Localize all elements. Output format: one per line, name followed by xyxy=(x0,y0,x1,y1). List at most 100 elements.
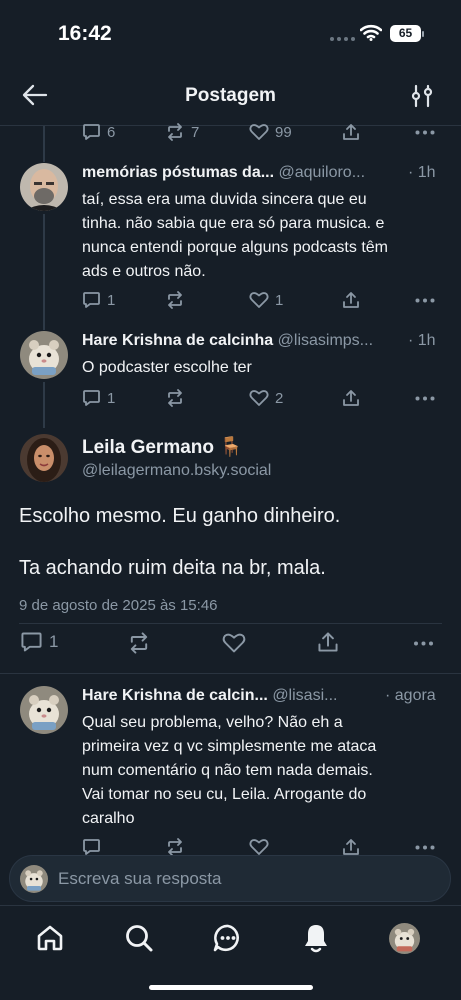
post-text: Escolho mesmo. Eu ganho dinheiro. Ta ach… xyxy=(19,502,340,582)
reply-button[interactable]: 1 xyxy=(82,291,115,309)
reply-button[interactable]: 1 xyxy=(20,631,58,653)
focused-post: Leila Germano 🪑 @leilagermano.bsky.socia… xyxy=(0,428,461,668)
comment-icon[interactable] xyxy=(82,838,101,856)
repost-icon[interactable] xyxy=(165,291,185,309)
handle: @lisasi... xyxy=(272,687,338,704)
top-bar: Postagem xyxy=(0,70,461,126)
reply-button[interactable]: 6 xyxy=(82,123,115,141)
repost-icon xyxy=(168,123,182,141)
reply-post[interactable]: memórias póstumas da... @aquiloro... · 1… xyxy=(0,160,461,320)
like-count: 99 xyxy=(275,123,292,141)
repost-icon[interactable] xyxy=(127,632,151,654)
text-line: caralho xyxy=(82,810,135,827)
reply-post[interactable]: Hare Krishna de calcin... @lisasi... · a… xyxy=(0,683,461,858)
avatar[interactable] xyxy=(20,686,68,734)
share-icon[interactable] xyxy=(342,838,360,856)
like-button[interactable]: 2 xyxy=(249,389,283,407)
post-time: · 1h xyxy=(408,164,436,181)
reply-count: 1 xyxy=(49,632,59,651)
signal-icon xyxy=(330,37,355,41)
comment-icon xyxy=(83,124,100,140)
wifi-icon xyxy=(360,24,382,41)
search-icon[interactable] xyxy=(124,923,154,953)
display-name[interactable]: Hare Krishna de calcinha xyxy=(82,332,273,349)
avatar-hamster-icon xyxy=(20,686,68,734)
bell-icon[interactable] xyxy=(302,922,330,954)
repost-count: 7 xyxy=(191,123,200,141)
text-line: Ta achando ruim deita na br, mala. xyxy=(19,557,326,579)
more-icon[interactable] xyxy=(412,641,435,646)
repost-icon[interactable] xyxy=(165,838,185,856)
reply-post[interactable]: Hare Krishna de calcinha @lisasimps... ·… xyxy=(0,328,461,418)
heart-icon[interactable] xyxy=(222,632,246,654)
post-time: · agora xyxy=(385,687,436,704)
reply-count: 1 xyxy=(107,389,116,407)
handle: @lisasimps... xyxy=(277,332,374,349)
more-icon[interactable] xyxy=(415,845,435,850)
text-line: Escolho mesmo. Eu ganho dinheiro. xyxy=(19,505,341,527)
parent-action-row: 6 7 99 xyxy=(82,123,442,143)
clock: 16:42 xyxy=(58,22,112,45)
avatar-hamster-icon xyxy=(389,923,420,954)
reply-button[interactable]: 1 xyxy=(82,389,115,407)
like-button[interactable]: 1 xyxy=(249,291,283,309)
share-icon[interactable] xyxy=(317,631,339,653)
name-emoji: 🪑 xyxy=(219,437,243,458)
heart-icon xyxy=(249,390,269,406)
display-name[interactable]: memórias póstumas da... xyxy=(82,164,274,181)
reply-count: 6 xyxy=(107,123,116,141)
divider xyxy=(0,673,461,674)
handle[interactable]: @leilagermano.bsky.social xyxy=(82,462,271,480)
heart-icon[interactable] xyxy=(249,838,269,856)
repost-button[interactable]: 7 xyxy=(165,123,199,141)
avatar-man-icon xyxy=(20,163,68,211)
avatar-hamster-icon xyxy=(20,331,68,379)
post-text: Qual seu problema, velho? Não eh a prime… xyxy=(82,711,457,831)
share-icon[interactable] xyxy=(342,389,360,407)
display-name[interactable]: Hare Krishna de calcin... xyxy=(82,687,268,704)
share-icon[interactable] xyxy=(342,291,360,309)
post-timestamp: 9 de agosto de 2025 às 15:46 xyxy=(19,597,218,614)
heart-icon xyxy=(249,292,269,308)
battery-cap xyxy=(422,31,424,37)
share-icon[interactable] xyxy=(342,123,360,141)
comment-icon xyxy=(21,632,42,652)
like-count: 1 xyxy=(275,291,284,309)
page-title: Postagem xyxy=(185,85,276,106)
post-text: taí, essa era uma duvida sincera que eu … xyxy=(82,188,452,284)
profile-avatar[interactable] xyxy=(389,923,420,954)
sliders-icon[interactable] xyxy=(411,84,433,108)
like-button[interactable]: 99 xyxy=(249,123,292,141)
text-line: num comentário q não tem nada demais. xyxy=(82,762,373,779)
text-line: Vai tomar no seu cu, Leila. Arrogante do xyxy=(82,786,367,803)
home-icon[interactable] xyxy=(36,924,64,952)
repost-icon[interactable] xyxy=(165,389,185,407)
avatar[interactable] xyxy=(20,163,68,211)
home-indicator xyxy=(149,985,313,990)
display-name[interactable]: Leila Germano xyxy=(82,437,214,458)
reply-input-placeholder[interactable]: Escreva sua resposta xyxy=(58,869,221,889)
avatar-woman-icon xyxy=(20,434,68,482)
avatar[interactable] xyxy=(20,331,68,379)
avatar xyxy=(20,865,48,893)
more-icon[interactable] xyxy=(415,298,435,303)
avatar-hamster-icon xyxy=(20,865,48,893)
post-text: O podcaster escolhe ter xyxy=(82,356,452,380)
chat-icon[interactable] xyxy=(213,923,243,953)
handle: @aquiloro... xyxy=(278,164,366,181)
reply-count: 1 xyxy=(107,291,116,309)
more-icon[interactable] xyxy=(415,396,435,401)
more-icon[interactable] xyxy=(415,130,435,135)
text-line: Qual seu problema, velho? Não eh a xyxy=(82,714,343,731)
battery-indicator: 65 xyxy=(390,25,421,42)
action-row: 1 1 xyxy=(82,291,442,311)
status-bar: 16:42 65 xyxy=(0,0,461,70)
focused-action-row: 1 xyxy=(20,630,440,656)
like-count: 2 xyxy=(275,389,284,407)
avatar[interactable] xyxy=(20,434,68,482)
text-line: nunca entendi porque alguns podcasts têm xyxy=(82,239,388,256)
post-time: · 1h xyxy=(408,332,436,349)
reply-composer[interactable]: Escreva sua resposta xyxy=(9,855,451,902)
comment-icon xyxy=(83,292,100,308)
text-line: taí, essa era uma duvida sincera que eu xyxy=(82,191,367,208)
